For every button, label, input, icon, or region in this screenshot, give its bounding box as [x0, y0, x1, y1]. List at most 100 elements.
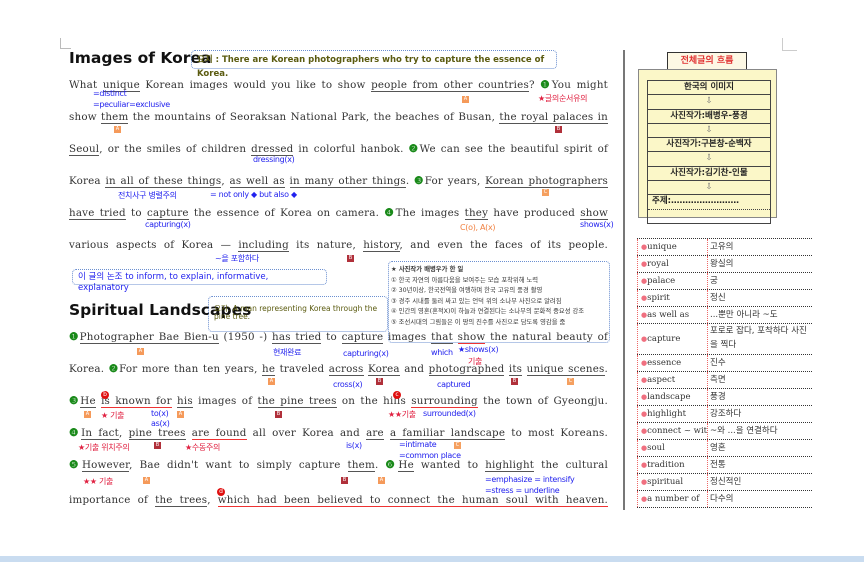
text-line: ❹In fact, pine trees are found all over …	[69, 427, 608, 440]
vocab-english: as well as	[637, 307, 708, 323]
text-line: Korea. ❷For more than ten years, he trav…	[69, 363, 608, 376]
text-line: Korea in all of these things, as well as…	[69, 175, 608, 188]
text-segment: traveled	[275, 363, 329, 375]
underlined-phrase: across	[328, 363, 364, 376]
vocab-english: highlight	[637, 406, 708, 422]
vocab-row: aspect측면	[637, 372, 812, 389]
sentence-number: ❶	[69, 331, 80, 343]
sentence-number: ❻	[385, 459, 399, 471]
marker-a: A	[137, 348, 144, 355]
underlined-phrase: has tried	[272, 331, 322, 344]
text-line: ❺However, Bae didn't want to simply capt…	[69, 459, 608, 472]
underlined-phrase: as well as	[229, 175, 285, 188]
underlined-phrase: are	[366, 427, 384, 440]
vocab-english: spiritual	[637, 474, 708, 490]
text-segment: to	[321, 331, 342, 343]
bae-box-title: ★ 사진작가 배병우가 한 일	[391, 266, 464, 273]
arrow-down-icon: ⇩	[648, 181, 770, 196]
text-line: What unique Korean images would you like…	[69, 79, 608, 92]
annotation: capturing(x)	[343, 349, 389, 358]
text-segment: Korean images would you like to show	[139, 79, 372, 91]
text-segment: .	[604, 363, 608, 375]
text-segment: .	[374, 459, 386, 471]
annotation: captured	[437, 380, 471, 389]
text-segment: We can see the beautiful spirit of	[419, 143, 608, 155]
annotation: cross(x)	[333, 380, 363, 389]
vocab-row: spiritual정신적인	[637, 474, 812, 491]
underlined-phrase: photographed	[428, 363, 505, 376]
text-line: importance of the trees, which had been …	[69, 494, 608, 507]
sentence-number: ❹	[69, 427, 82, 439]
annotation: ★★기출	[388, 410, 416, 419]
annotation: C(o), A(x)	[460, 223, 496, 232]
sentence-number: ❷	[408, 143, 420, 155]
underlined-phrase: highlight	[485, 459, 535, 472]
text-segment: , Bae didn't want to simply capture	[129, 459, 348, 471]
text-segment	[285, 175, 290, 187]
underlined-phrase: history	[363, 239, 400, 252]
marker-a: A	[177, 411, 184, 418]
annotation: 전치사구 병렬주의	[118, 191, 177, 200]
underlined-phrase: its	[508, 363, 523, 376]
underlined-phrase: In fact	[81, 427, 119, 440]
flow-table: 한국의 이미지 ⇩ 사진작가:배병우-풍경 ⇩ 사진작가:구본창-순백자 ⇩ 사진작가:김기…	[647, 80, 771, 224]
text-segment: Korea	[69, 175, 106, 187]
bae-summary-box: ★ 사진작가 배병우가 한 일 ① 한국 자연의 아름다움을 보여주는 모습 포…	[388, 261, 610, 343]
annotation: ~을 포함하다	[215, 254, 259, 263]
sentence-number: ❶	[540, 79, 552, 91]
annotation: dressing(x)	[253, 155, 295, 164]
vocab-row: soul영혼	[637, 440, 812, 457]
vocab-korean: ~와 ...을 연결하다	[710, 426, 778, 436]
marker-c: C	[542, 189, 549, 196]
text-segment: For more than ten years,	[119, 363, 262, 375]
vocab-english: royal	[637, 256, 708, 272]
bae-box-item: ④ 인간의 영혼(혼적X)이 하늘과 연결된다는 소나무의 문화적 중요성 강조	[391, 308, 585, 315]
vocab-english: connect ~ with	[637, 423, 708, 439]
annotation: 현재완료	[273, 348, 302, 357]
annotation: ★기출 위치주의	[78, 443, 130, 452]
underlined-phrase: are found	[191, 427, 247, 440]
text-segment: , or the smiles of children	[99, 143, 252, 155]
flow-row: 사진작가:배병우-풍경	[648, 110, 770, 124]
underlined-phrase: He	[398, 459, 414, 472]
marker-b: B	[511, 378, 518, 385]
text-segment: images of	[192, 395, 258, 407]
text-segment: importance of	[69, 494, 156, 506]
marker-b: B	[347, 255, 354, 262]
marker-b: B	[555, 126, 562, 133]
bottom-scroll-bar[interactable]	[0, 556, 864, 562]
text-segment: its nature,	[288, 239, 364, 251]
annotation: ★글의순서유의	[538, 94, 588, 103]
text-line: show them the mountains of Seoraksan Nat…	[69, 111, 608, 124]
underlined-phrase: them	[101, 111, 129, 124]
vocab-english: tradition	[637, 457, 708, 473]
vocab-english: aspect	[637, 372, 708, 388]
underlined-phrase: a familiar landscape	[389, 427, 506, 440]
vocab-korean: 강조하다	[710, 409, 742, 419]
text-segment: , and even the faces of its people.	[399, 239, 608, 251]
text-segment: the essence of Korea on camera.	[188, 207, 385, 219]
text-segment: Korea.	[69, 363, 109, 375]
underlined-phrase: people from other countries	[371, 79, 529, 92]
text-segment	[522, 363, 526, 375]
vocab-english: spirit	[637, 290, 708, 306]
sentence-number: ❹	[384, 207, 396, 219]
text-segment: the mountains of Seoraksan National Park…	[128, 111, 500, 123]
vocab-korean: 풍경	[710, 392, 726, 402]
vocab-english: soul	[637, 440, 708, 456]
annotation: is(x)	[346, 441, 362, 450]
marker-b-circle: b	[101, 391, 109, 399]
text-line: have tried to capture the essence of Kor…	[69, 207, 609, 220]
page-corner-right	[782, 38, 797, 51]
underlined-phrase: them	[347, 459, 375, 472]
underlined-phrase: unique scenes	[526, 363, 605, 376]
annotation: ★shows(x)	[458, 345, 499, 354]
annotation: =stress = underline	[485, 486, 560, 495]
marker-a: A	[143, 477, 150, 484]
vocab-row: highlight강조하다	[637, 406, 812, 423]
vocab-row: landscape풍경	[637, 389, 812, 406]
underlined-phrase: Photographer Bae Bien-u	[79, 331, 219, 344]
sentence-number: ❺	[69, 459, 82, 471]
marker-b: B	[341, 477, 348, 484]
arrow-down-icon: ⇩	[648, 152, 770, 167]
